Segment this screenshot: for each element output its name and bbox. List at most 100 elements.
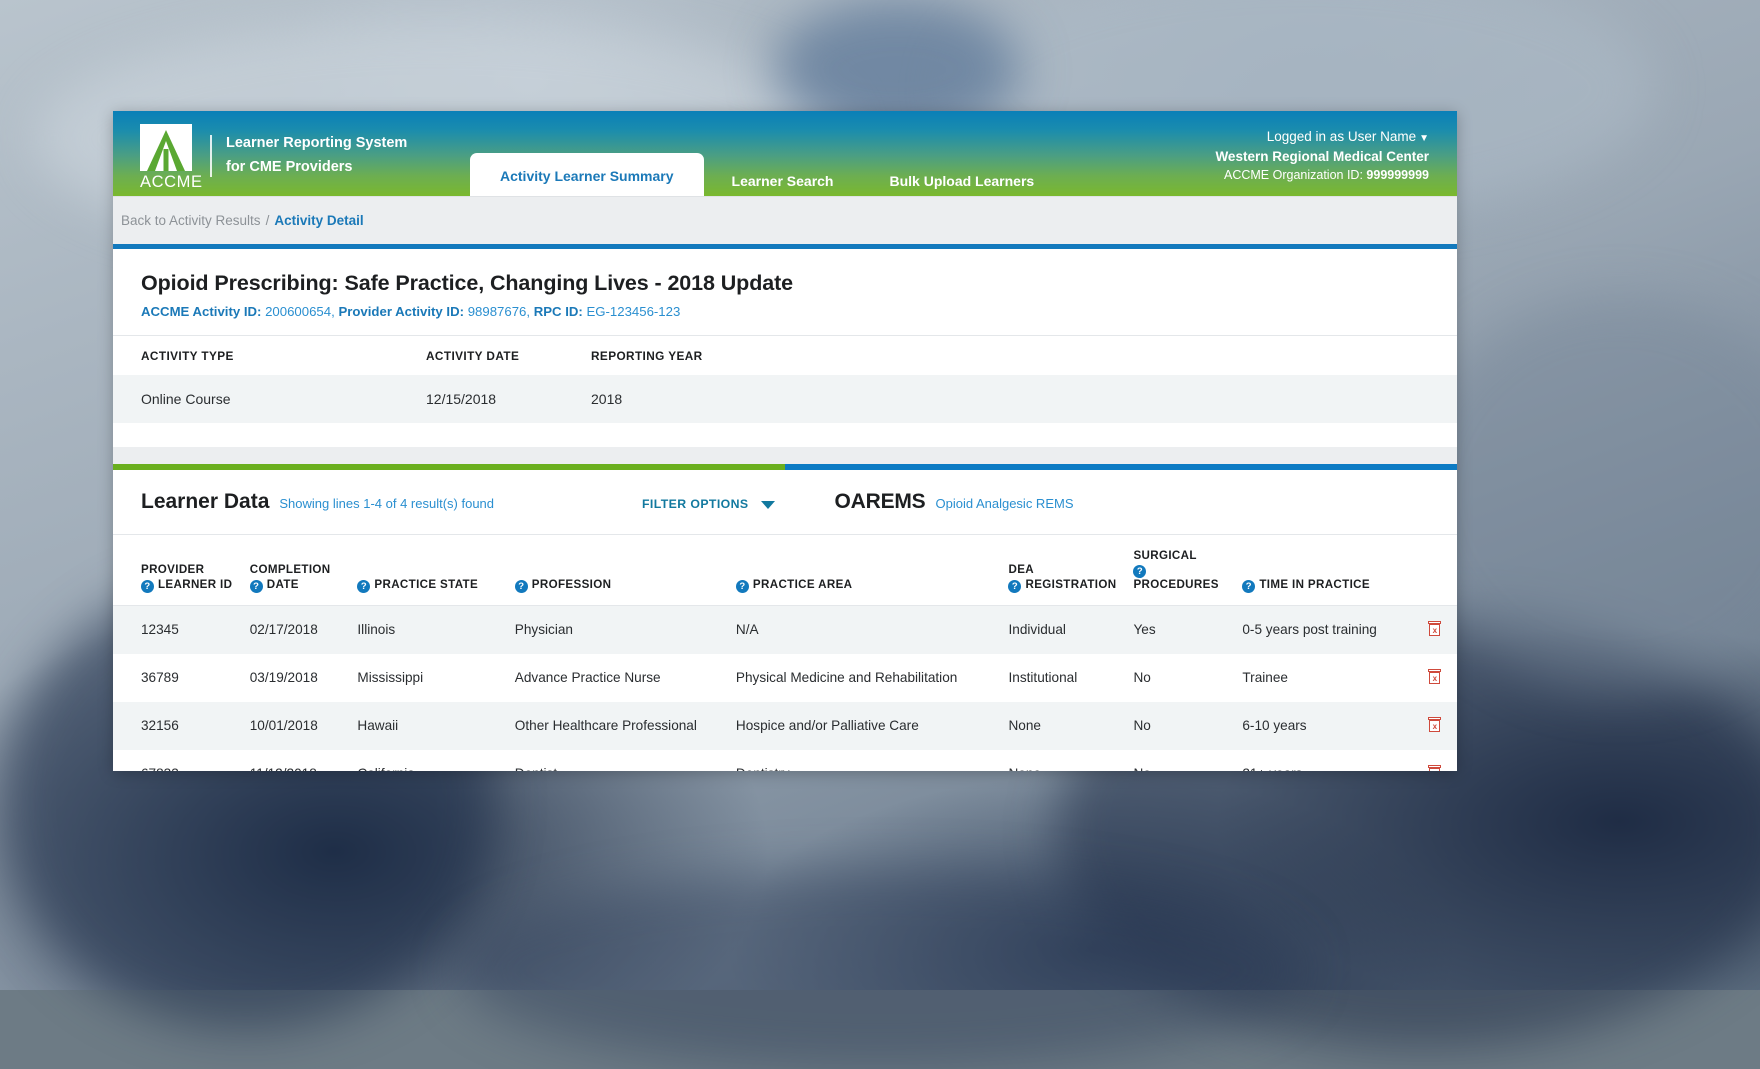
activity-meta-table: ACTIVITY TYPE ACTIVITY DATE REPORTING YE… bbox=[113, 336, 1457, 423]
application-window: ACCME Learner Reporting System for CME P… bbox=[113, 111, 1457, 771]
oarems-title: OAREMS bbox=[835, 490, 926, 514]
spacer-grey bbox=[113, 447, 1457, 464]
cell-practice-area: Dentistry bbox=[736, 750, 1009, 771]
help-icon[interactable]: ? bbox=[250, 580, 263, 593]
column-header-line-top: DEA bbox=[1008, 563, 1123, 577]
tab-bulk-upload-learners[interactable]: Bulk Upload Learners bbox=[861, 166, 1062, 196]
results-count: Showing lines 1-4 of 4 result(s) found bbox=[279, 496, 494, 511]
page-title: Opioid Prescribing: Safe Practice, Chang… bbox=[141, 271, 1429, 296]
rule-segment-green bbox=[113, 464, 785, 470]
cell-surgical-procedures: No bbox=[1133, 702, 1242, 750]
delete-trash-icon[interactable]: x bbox=[1428, 765, 1441, 771]
column-header-line-main: PROCEDURES bbox=[1133, 578, 1218, 591]
provider-activity-id-label: Provider Activity ID: bbox=[338, 304, 464, 319]
cell-profession: Other Healthcare Professional bbox=[515, 702, 736, 750]
cell-completion-date: 11/12/2018 bbox=[250, 750, 358, 771]
cell-time-in-practice: 0-5 years post training bbox=[1242, 605, 1412, 654]
delete-trash-icon[interactable]: x bbox=[1428, 717, 1441, 732]
help-icon[interactable]: ? bbox=[1133, 565, 1146, 578]
logged-in-user-label: Logged in as User Name bbox=[1267, 129, 1416, 144]
organization-id-label: ACCME Organization ID: bbox=[1224, 168, 1363, 182]
cell-learner-id: 36789 bbox=[113, 654, 250, 702]
table-row: 67833 11/12/2018 California Dentist Dent… bbox=[113, 750, 1457, 771]
breadcrumb-back-link[interactable]: Back to Activity Results bbox=[121, 213, 261, 228]
table-row: 36789 03/19/2018 Mississippi Advance Pra… bbox=[113, 654, 1457, 702]
cell-profession: Dentist bbox=[515, 750, 736, 771]
accme-activity-id-label: ACCME Activity ID: bbox=[141, 304, 261, 319]
help-icon[interactable]: ? bbox=[141, 580, 154, 593]
column-header-line-main: PRACTICE AREA bbox=[753, 578, 852, 591]
column-header-surgical-procedures: SURGICAL ?PROCEDURES bbox=[1133, 535, 1242, 605]
help-icon[interactable]: ? bbox=[1008, 580, 1021, 593]
cell-dea-registration: Institutional bbox=[1008, 654, 1133, 702]
cell-completion-date: 03/19/2018 bbox=[250, 654, 358, 702]
rpc-id-value: EG-123456-123 bbox=[586, 304, 680, 319]
cell-dea-registration: Individual bbox=[1008, 605, 1133, 654]
cell-profession: Advance Practice Nurse bbox=[515, 654, 736, 702]
provider-activity-id-value: 98987676, bbox=[468, 304, 530, 319]
meta-value-activity-type: Online Course bbox=[113, 375, 426, 423]
spacer-white bbox=[113, 423, 1457, 447]
help-icon[interactable]: ? bbox=[736, 580, 749, 593]
delete-trash-icon[interactable]: x bbox=[1428, 621, 1441, 636]
table-header-row: PROVIDER ?LEARNER ID COMPLETION ?DATE ?P… bbox=[113, 535, 1457, 605]
learner-data-header: Learner Data Showing lines 1-4 of 4 resu… bbox=[113, 470, 1457, 535]
cell-learner-id: 67833 bbox=[113, 750, 250, 771]
column-header-dea-registration: DEA ?REGISTRATION bbox=[1008, 535, 1133, 605]
column-header-line-top: PROVIDER bbox=[141, 563, 240, 577]
delete-trash-icon[interactable]: x bbox=[1428, 669, 1441, 684]
cell-dea-registration: None bbox=[1008, 702, 1133, 750]
logged-in-user[interactable]: Logged in as User Name▼ bbox=[1215, 127, 1429, 147]
cell-surgical-procedures: No bbox=[1133, 750, 1242, 771]
cell-completion-date: 02/17/2018 bbox=[250, 605, 358, 654]
column-header-actions bbox=[1413, 535, 1457, 605]
learner-data-title: Learner Data bbox=[141, 490, 269, 514]
cell-actions: x bbox=[1413, 750, 1457, 771]
brand-line-2: for CME Providers bbox=[226, 158, 407, 178]
column-header-time-in-practice: ?TIME IN PRACTICE bbox=[1242, 535, 1412, 605]
chevron-down-icon: ▼ bbox=[1419, 133, 1429, 144]
oarems-subtitle: Opioid Analgesic REMS bbox=[935, 496, 1073, 511]
column-header-completion-date: COMPLETION ?DATE bbox=[250, 535, 358, 605]
column-header-practice-area: ? PRACTICE AREA bbox=[736, 535, 1009, 605]
activity-id-line: ACCME Activity ID: 200600654, Provider A… bbox=[141, 304, 1429, 319]
brand-divider bbox=[210, 135, 212, 177]
brand-lockup[interactable]: ACCME Learner Reporting System for CME P… bbox=[140, 124, 407, 192]
brand-line-1: Learner Reporting System bbox=[226, 134, 407, 154]
cell-time-in-practice: 6-10 years bbox=[1242, 702, 1412, 750]
tab-activity-learner-summary[interactable]: Activity Learner Summary bbox=[470, 153, 704, 196]
cell-practice-area: Hospice and/or Palliative Care bbox=[736, 702, 1009, 750]
cell-profession: Physician bbox=[515, 605, 736, 654]
organization-id-value: 999999999 bbox=[1366, 168, 1429, 182]
cell-practice-state: California bbox=[357, 750, 514, 771]
cell-learner-id: 32156 bbox=[113, 702, 250, 750]
help-icon[interactable]: ? bbox=[357, 580, 370, 593]
tab-learner-search[interactable]: Learner Search bbox=[704, 166, 862, 196]
learner-data-table: PROVIDER ?LEARNER ID COMPLETION ?DATE ?P… bbox=[113, 535, 1457, 771]
rule-segment-blue bbox=[785, 464, 1457, 470]
meta-header-activity-date: ACTIVITY DATE bbox=[426, 336, 591, 375]
help-icon[interactable]: ? bbox=[1242, 580, 1255, 593]
accme-activity-id-value: 200600654, bbox=[265, 304, 335, 319]
meta-header-reporting-year: REPORTING YEAR bbox=[591, 336, 1457, 375]
column-header-profession: ?PROFESSION bbox=[515, 535, 736, 605]
table-header-row: ACTIVITY TYPE ACTIVITY DATE REPORTING YE… bbox=[113, 336, 1457, 375]
activity-detail-card: Opioid Prescribing: Safe Practice, Chang… bbox=[113, 249, 1457, 336]
table-row: Online Course 12/15/2018 2018 bbox=[113, 375, 1457, 423]
help-icon[interactable]: ? bbox=[515, 580, 528, 593]
cell-actions: x bbox=[1413, 605, 1457, 654]
column-header-practice-state: ?PRACTICE STATE bbox=[357, 535, 514, 605]
column-header-provider-learner-id: PROVIDER ?LEARNER ID bbox=[113, 535, 250, 605]
meta-value-activity-date: 12/15/2018 bbox=[426, 375, 591, 423]
cell-completion-date: 10/01/2018 bbox=[250, 702, 358, 750]
cell-time-in-practice: 21+ years bbox=[1242, 750, 1412, 771]
breadcrumb-current: Activity Detail bbox=[274, 213, 363, 228]
accme-arch-logo-icon: ACCME bbox=[140, 124, 194, 192]
section-rule-split bbox=[113, 464, 1457, 470]
filter-options-button[interactable]: FILTER OPTIONS bbox=[642, 497, 774, 511]
organization-name: Western Regional Medical Center bbox=[1215, 147, 1429, 167]
cell-practice-area: Physical Medicine and Rehabilitation bbox=[736, 654, 1009, 702]
cell-surgical-procedures: Yes bbox=[1133, 605, 1242, 654]
site-header: ACCME Learner Reporting System for CME P… bbox=[113, 111, 1457, 196]
cell-learner-id: 12345 bbox=[113, 605, 250, 654]
